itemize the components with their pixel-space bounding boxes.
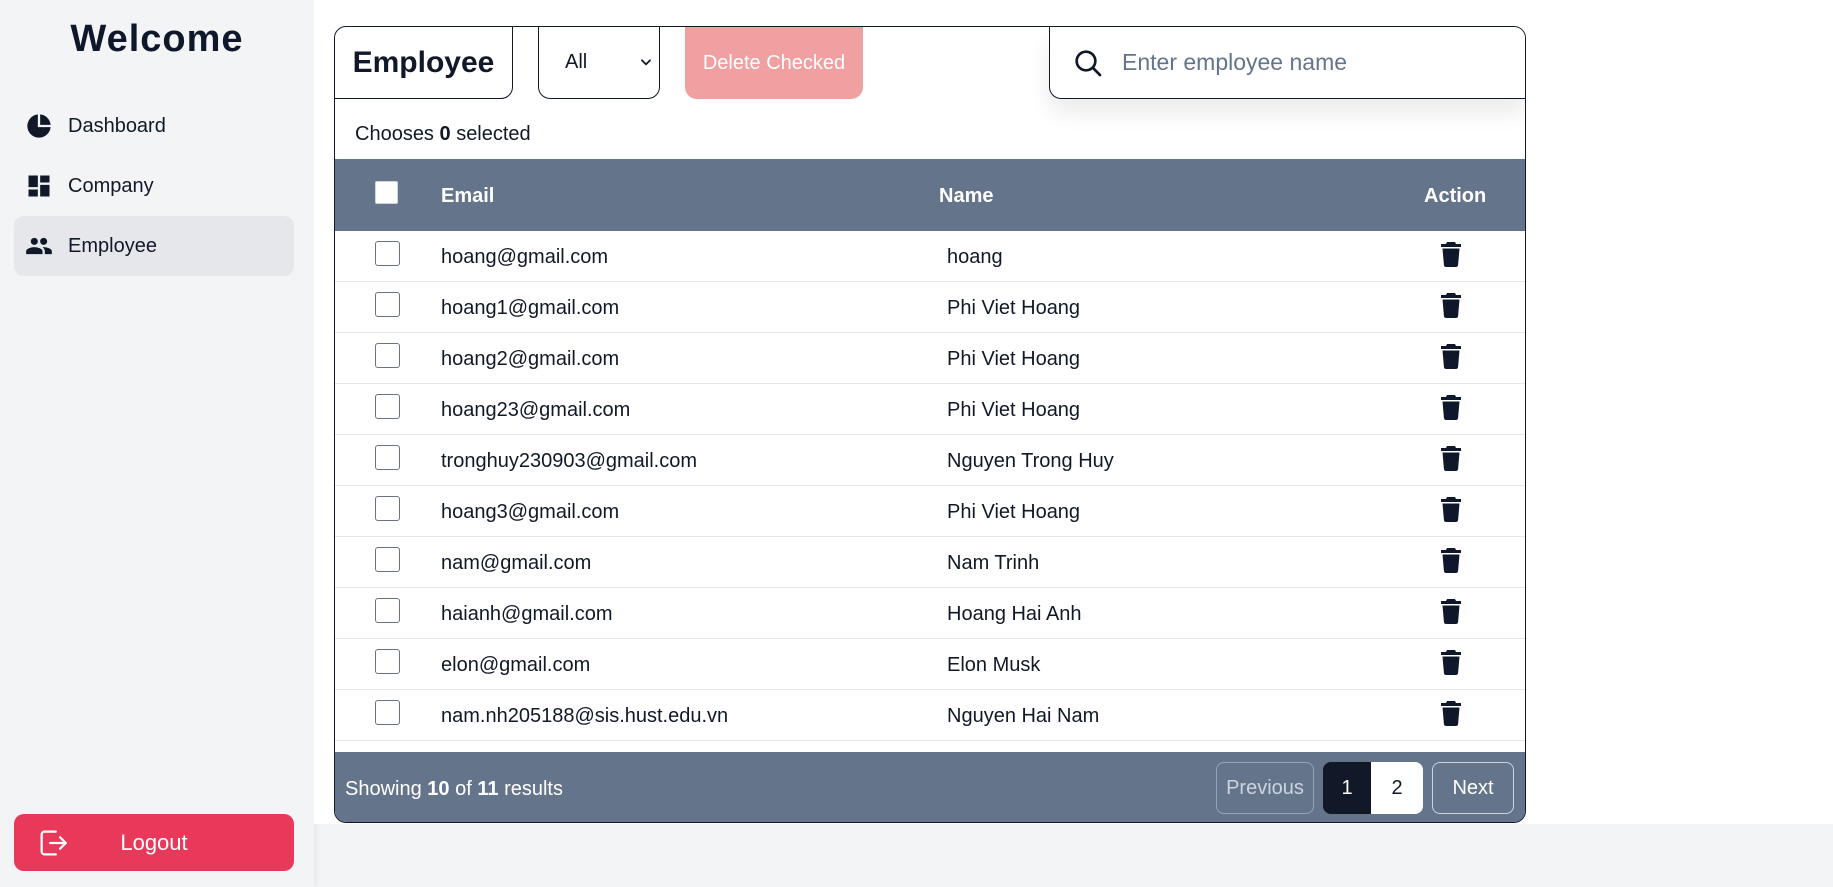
row-name: Phi Viet Hoang: [947, 399, 1081, 421]
table-row: hoang3@gmail.com Phi Viet Hoang: [335, 486, 1525, 537]
table-row: hoang1@gmail.com Phi Viet Hoang: [335, 282, 1525, 333]
results-word: results: [504, 778, 563, 800]
employee-card: Employee All Delete Checked Chooses 0 se…: [334, 26, 1526, 823]
row-name: hoang: [947, 246, 1003, 268]
filter-select-value: All: [565, 51, 588, 73]
row-name: Elon Musk: [947, 654, 1041, 676]
row-checkbox[interactable]: [375, 343, 400, 368]
row-checkbox[interactable]: [375, 241, 400, 266]
trash-icon[interactable]: [1439, 445, 1463, 471]
trash-icon[interactable]: [1439, 241, 1463, 267]
row-checkbox[interactable]: [375, 547, 400, 572]
table-row: tronghuy230903@gmail.com Nguyen Trong Hu…: [335, 435, 1525, 486]
page-1-button[interactable]: 1: [1323, 762, 1371, 814]
column-name: Name: [939, 185, 994, 207]
table-body: hoang@gmail.com hoang hoang1@gmail.com P…: [335, 231, 1525, 741]
column-action: Action: [1424, 185, 1487, 207]
sidebar-item-employee[interactable]: Employee: [14, 216, 294, 276]
sidebar-item-company[interactable]: Company: [14, 156, 294, 216]
page-2-button[interactable]: 2: [1371, 762, 1423, 814]
of-word: of: [455, 778, 472, 800]
filter-select[interactable]: All: [538, 27, 660, 99]
row-checkbox[interactable]: [375, 496, 400, 521]
people-icon: [24, 231, 54, 261]
table-row: nam.nh205188@sis.hust.edu.vn Nguyen Hai …: [335, 690, 1525, 741]
shown-count: 10: [427, 778, 450, 800]
dashboard-grid-icon: [24, 171, 54, 201]
sidebar-title: Welcome: [70, 18, 244, 60]
row-email: hoang1@gmail.com: [441, 297, 620, 319]
pie-chart-icon: [24, 111, 54, 141]
page-title: Employee: [335, 27, 513, 99]
total-count: 11: [477, 778, 499, 800]
row-email: hoang2@gmail.com: [441, 348, 620, 370]
card-toolbar: Employee All Delete Checked: [335, 27, 1525, 99]
row-name: Nguyen Hai Nam: [947, 705, 1100, 727]
row-email: haianh@gmail.com: [441, 603, 613, 625]
table-row: hoang2@gmail.com Phi Viet Hoang: [335, 333, 1525, 384]
row-checkbox[interactable]: [375, 700, 400, 725]
next-page-button[interactable]: Next: [1432, 762, 1514, 814]
trash-icon[interactable]: [1439, 394, 1463, 420]
select-all-checkbox[interactable]: [375, 181, 398, 204]
trash-icon[interactable]: [1439, 700, 1463, 726]
trash-icon[interactable]: [1439, 292, 1463, 318]
table-row: haianh@gmail.com Hoang Hai Anh: [335, 588, 1525, 639]
search-input[interactable]: [1122, 49, 1502, 76]
table-row: elon@gmail.com Elon Musk: [335, 639, 1525, 690]
row-checkbox[interactable]: [375, 292, 400, 317]
row-email: elon@gmail.com: [441, 654, 591, 676]
trash-icon[interactable]: [1439, 598, 1463, 624]
row-name: Phi Viet Hoang: [947, 501, 1081, 523]
row-name: Nam Trinh: [947, 552, 1040, 574]
selection-number: 0: [439, 123, 451, 145]
logout-icon: [40, 830, 67, 856]
row-checkbox[interactable]: [375, 598, 400, 623]
row-email: nam@gmail.com: [441, 552, 592, 574]
row-email: hoang3@gmail.com: [441, 501, 620, 523]
search-icon: [1075, 49, 1102, 76]
sidebar-item-label: Dashboard: [68, 114, 166, 137]
sidebar-item-dashboard[interactable]: Dashboard: [14, 96, 294, 156]
table-row: nam@gmail.com Nam Trinh: [335, 537, 1525, 588]
table-row: hoang23@gmail.com Phi Viet Hoang: [335, 384, 1525, 435]
logout-button[interactable]: Logout: [14, 814, 294, 871]
selection-suffix: selected: [456, 123, 531, 145]
row-checkbox[interactable]: [375, 649, 400, 674]
row-name: Phi Viet Hoang: [947, 297, 1081, 319]
trash-icon[interactable]: [1439, 343, 1463, 369]
search-box: [1049, 27, 1525, 99]
table-header: Email Name Action: [335, 159, 1525, 231]
column-email: Email: [441, 185, 495, 207]
sidebar-item-label: Employee: [68, 234, 157, 257]
sidebar: Welcome Dashboard Company Employee Logou…: [0, 0, 314, 887]
row-checkbox[interactable]: [375, 445, 400, 470]
results-summary: Showing 10 of 11 results: [345, 778, 563, 801]
showing-prefix: Showing: [345, 778, 422, 800]
table-footer: Showing 10 of 11 results Previous 1 2 Ne…: [335, 752, 1525, 822]
sidebar-item-label: Company: [68, 174, 154, 197]
row-name: Hoang Hai Anh: [947, 603, 1082, 625]
trash-icon[interactable]: [1439, 649, 1463, 675]
row-email: hoang@gmail.com: [441, 246, 609, 268]
row-name: Nguyen Trong Huy: [947, 450, 1114, 472]
trash-icon[interactable]: [1439, 547, 1463, 573]
row-checkbox[interactable]: [375, 394, 400, 419]
row-email: nam.nh205188@sis.hust.edu.vn: [441, 705, 729, 727]
table-row: hoang@gmail.com hoang: [335, 231, 1525, 282]
selection-count: Chooses 0 selected: [355, 123, 531, 146]
chevron-down-icon: [641, 59, 651, 66]
row-name: Phi Viet Hoang: [947, 348, 1081, 370]
row-email: hoang23@gmail.com: [441, 399, 631, 421]
trash-icon[interactable]: [1439, 496, 1463, 522]
row-email: tronghuy230903@gmail.com: [441, 450, 698, 472]
selection-prefix: Chooses: [355, 123, 434, 145]
previous-page-button[interactable]: Previous: [1216, 762, 1314, 814]
delete-checked-button[interactable]: Delete Checked: [685, 27, 863, 99]
